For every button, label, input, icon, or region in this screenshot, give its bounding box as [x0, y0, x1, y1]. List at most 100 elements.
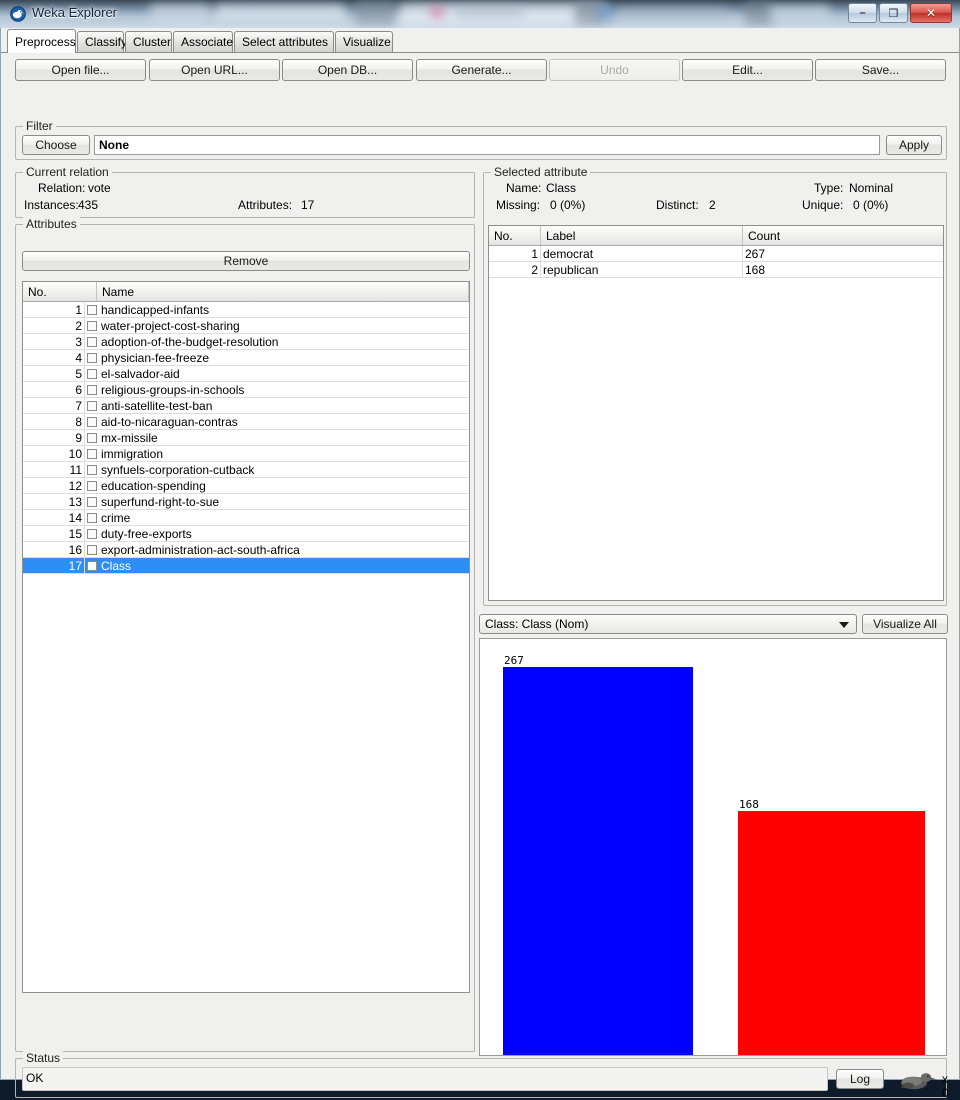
table-row[interactable]: 5 el-salvador-aid: [23, 366, 469, 382]
table-row[interactable]: 15 duty-free-exports: [23, 526, 469, 542]
log-button[interactable]: Log: [836, 1069, 884, 1089]
attr-distinct-label: Distinct:: [656, 198, 699, 212]
attr-row-checkbox[interactable]: [85, 446, 99, 461]
label-row-list: 1 democrat 267 2 republican 168: [489, 246, 943, 278]
table-row[interactable]: 9 mx-missile: [23, 430, 469, 446]
attr-row-number: 16: [23, 542, 85, 557]
attr-row-name: physician-fee-freeze: [101, 350, 210, 365]
attr-row-checkbox[interactable]: [85, 558, 99, 573]
window-close-button[interactable]: ✕: [910, 3, 952, 23]
attr-distinct-value: 2: [709, 198, 716, 212]
weka-explorer-window: Weka Explorer – ❒ ✕ Preprocess Classify Cl…: [0, 0, 960, 1100]
attr-row-checkbox[interactable]: [85, 542, 99, 557]
toolbar-button-edit[interactable]: Edit...: [682, 59, 813, 81]
apply-filter-button[interactable]: Apply: [886, 135, 942, 155]
toolbar-button-generate[interactable]: Generate...: [416, 59, 547, 81]
attr-row-checkbox[interactable]: [85, 478, 99, 493]
attr-row-checkbox[interactable]: [85, 526, 99, 541]
tab-cluster[interactable]: Cluster: [125, 31, 172, 52]
tab-visualize[interactable]: Visualize: [335, 31, 393, 52]
status-message: OK: [26, 1071, 44, 1085]
tab-select-attributes[interactable]: Select attributes: [234, 31, 334, 52]
attr-row-checkbox[interactable]: [85, 430, 99, 445]
attr-row-name: religious-groups-in-schools: [101, 382, 245, 397]
toolbar-button-save[interactable]: Save...: [815, 59, 946, 81]
visualize-all-button[interactable]: Visualize All: [862, 614, 948, 634]
attr-row-number: 12: [23, 478, 85, 493]
attr-row-checkbox[interactable]: [85, 510, 99, 525]
attr-row-checkbox[interactable]: [85, 382, 99, 397]
histogram-bar-republican[interactable]: [738, 811, 925, 1055]
toolbar-button-open-file[interactable]: Open file...: [15, 59, 146, 81]
histogram-bar-democrat[interactable]: [503, 667, 693, 1055]
label-row-number: 2: [489, 262, 541, 277]
table-row[interactable]: 2 water-project-cost-sharing: [23, 318, 469, 334]
tab-label: Preprocess: [15, 34, 76, 49]
table-row[interactable]: 12 education-spending: [23, 478, 469, 494]
attr-row-name: handicapped-infants: [101, 302, 210, 317]
attr-row-checkbox[interactable]: [85, 398, 99, 413]
checkbox-icon: [87, 336, 97, 347]
table-row[interactable]: 11 synfuels-corporation-cutback: [23, 462, 469, 478]
choose-filter-button[interactable]: Choose: [22, 135, 90, 155]
attributes-count-label: Attributes:: [238, 198, 293, 212]
attr-row-checkbox[interactable]: [85, 318, 99, 333]
class-distribution-histogram[interactable]: 267 168: [479, 638, 947, 1056]
attr-row-number: 5: [23, 366, 85, 381]
tab-label: Select attributes: [242, 35, 329, 49]
table-row[interactable]: 3 adoption-of-the-budget-resolution: [23, 334, 469, 350]
attr-row-name: synfuels-corporation-cutback: [101, 462, 255, 477]
table-row[interactable]: 1 handicapped-infants: [23, 302, 469, 318]
attributes-table[interactable]: No. Name 1 handicapped-infants 2 water-proj…: [22, 281, 470, 993]
window-maximize-button[interactable]: ❒: [879, 3, 908, 23]
attributes-table-header: No. Name: [23, 282, 469, 302]
table-row[interactable]: 8 aid-to-nicaraguan-contras: [23, 414, 469, 430]
selected-attribute-group: Selected attribute Name: Class Type: Nom…: [483, 165, 947, 606]
class-select-dropdown[interactable]: Class: Class (Nom): [479, 614, 857, 634]
table-row[interactable]: 6 religious-groups-in-schools: [23, 382, 469, 398]
weka-bird-count: x 0: [942, 1072, 949, 1100]
attr-row-checkbox[interactable]: [85, 334, 99, 349]
attr-row-checkbox[interactable]: [85, 302, 99, 317]
attr-row-checkbox[interactable]: [85, 350, 99, 365]
checkbox-icon: [87, 400, 97, 411]
remove-attributes-button[interactable]: Remove: [22, 251, 470, 271]
list-item[interactable]: 2 republican 168: [489, 262, 943, 278]
tab-preprocess[interactable]: Preprocess: [7, 29, 76, 53]
table-row[interactable]: 16 export-administration-act-south-africa: [23, 542, 469, 558]
table-row[interactable]: 17 Class: [23, 558, 469, 574]
table-row[interactable]: 4 physician-fee-freeze: [23, 350, 469, 366]
table-row[interactable]: 13 superfund-right-to-sue: [23, 494, 469, 510]
attr-row-checkbox[interactable]: [85, 462, 99, 477]
window-minimize-button[interactable]: –: [848, 3, 877, 23]
attr-row-name: aid-to-nicaraguan-contras: [101, 414, 238, 429]
filter-value-field[interactable]: None: [94, 135, 880, 155]
list-item[interactable]: 1 democrat 267: [489, 246, 943, 262]
label-count-table[interactable]: No. Label Count 1 democrat 267 2 republican 1…: [488, 225, 944, 601]
table-row[interactable]: 7 anti-satellite-test-ban: [23, 398, 469, 414]
tab-label: Cluster: [133, 35, 172, 49]
checkbox-icon: [87, 416, 97, 427]
attr-row-checkbox[interactable]: [85, 494, 99, 509]
window-titlebar[interactable]: Weka Explorer – ❒ ✕: [0, 0, 960, 28]
label-row-number: 1: [489, 246, 541, 261]
tab-classify[interactable]: Classify: [77, 31, 127, 52]
label-table-header: No. Label Count: [489, 226, 943, 246]
attr-row-number: 10: [23, 446, 85, 461]
tab-associate[interactable]: Associate: [173, 31, 233, 52]
minimize-icon: –: [859, 7, 866, 19]
toolbar-button-open-db[interactable]: Open DB...: [282, 59, 413, 81]
histogram-bar-label-democrat: 267: [504, 654, 524, 667]
attr-row-name: crime: [101, 510, 131, 525]
status-log-area: [22, 1067, 828, 1091]
attr-unique-label: Unique:: [802, 198, 844, 212]
table-row[interactable]: 10 immigration: [23, 446, 469, 462]
table-row[interactable]: 14 crime: [23, 510, 469, 526]
attr-row-name: immigration: [101, 446, 164, 461]
attr-row-number: 6: [23, 382, 85, 397]
selected-attribute-legend: Selected attribute: [491, 165, 591, 179]
toolbar-button-open-url[interactable]: Open URL...: [149, 59, 280, 81]
attr-row-checkbox[interactable]: [85, 414, 99, 429]
attr-row-checkbox[interactable]: [85, 366, 99, 381]
weka-bird-animation-icon: [900, 1073, 937, 1090]
